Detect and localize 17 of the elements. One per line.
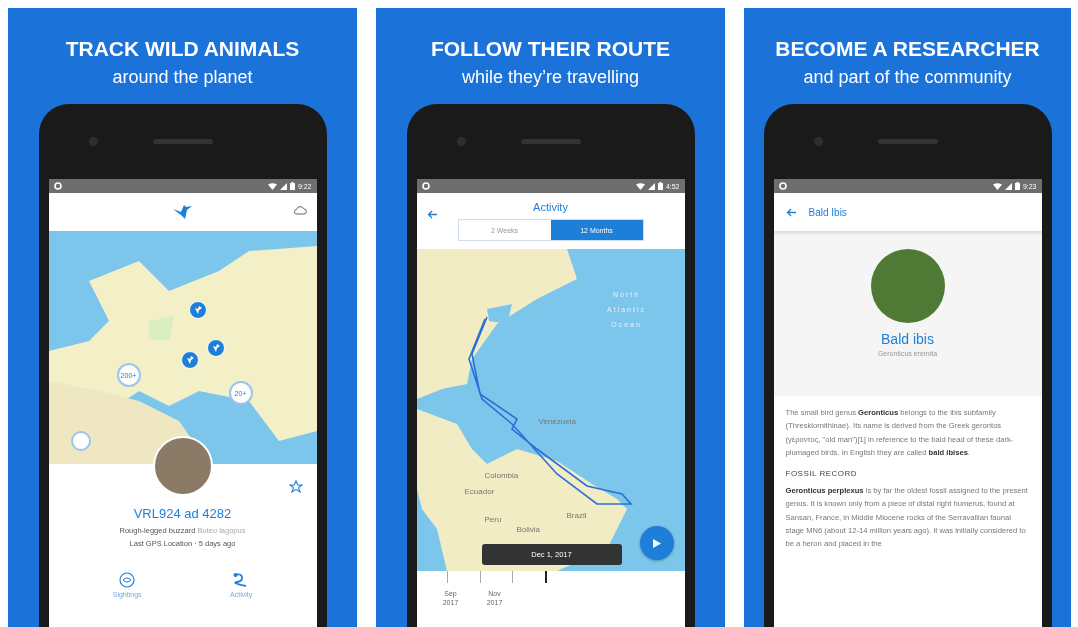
country-label: Ecuador bbox=[464, 487, 495, 496]
headline: TRACK WILD ANIMALS bbox=[65, 37, 300, 61]
section-heading: FOSSIL RECORD bbox=[785, 469, 859, 479]
country-label: Bolivia bbox=[516, 525, 541, 534]
screen-title: Activity bbox=[533, 201, 568, 213]
country-label: Colombia bbox=[484, 471, 519, 480]
animal-name: VRL924 ad 4282 bbox=[133, 506, 232, 521]
species-name: Bald ibis bbox=[881, 331, 934, 347]
subheadline: while they’re travelling bbox=[461, 67, 640, 88]
subheadline: and part of the community bbox=[803, 67, 1012, 88]
country-label: Peru bbox=[484, 515, 502, 524]
country-label: Brazil bbox=[566, 511, 587, 520]
headline: FOLLOW THEIR ROUTE bbox=[430, 37, 671, 61]
screen-title: Bald Ibis bbox=[808, 206, 847, 218]
subheadline: around the planet bbox=[112, 67, 253, 88]
country-label: Venezuela bbox=[538, 417, 576, 426]
headline: BECOME A RESEARCHER bbox=[775, 37, 1040, 61]
